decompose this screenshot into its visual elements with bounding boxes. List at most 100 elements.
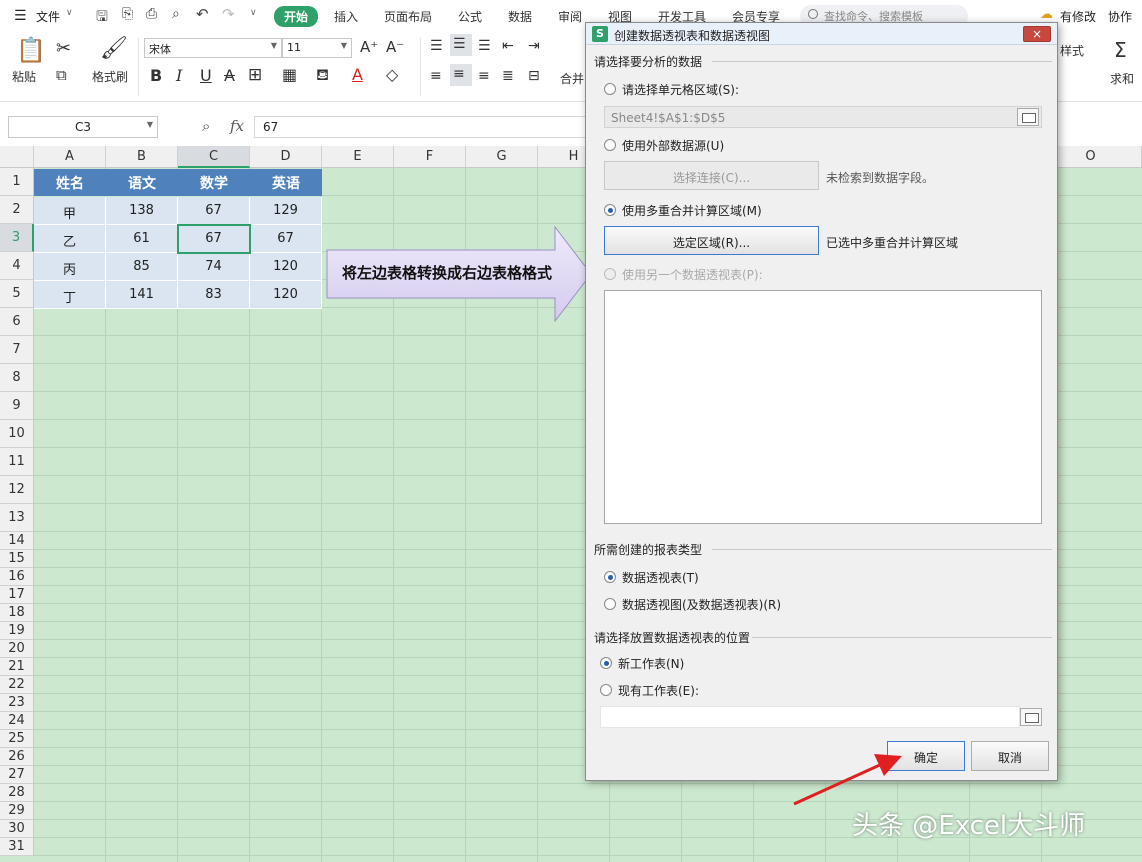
row-header[interactable]: 13 xyxy=(0,504,34,532)
row-header[interactable]: 11 xyxy=(0,448,34,476)
row-header[interactable]: 31 xyxy=(0,838,34,856)
table-header-cell[interactable]: 语文 xyxy=(106,169,178,196)
radio-new-sheet-label[interactable]: 新工作表(N) xyxy=(618,655,684,672)
tab-home[interactable]: 开始 xyxy=(274,6,319,27)
table-header-cell[interactable]: 姓名 xyxy=(34,169,106,196)
radio-external-source[interactable] xyxy=(604,139,616,151)
row-header[interactable]: 12 xyxy=(0,476,34,504)
print-preview-icon[interactable]: ⌕ xyxy=(172,6,180,22)
row-header[interactable]: 1 xyxy=(0,168,34,196)
styles-button[interactable]: 样式 xyxy=(1060,42,1084,59)
row-header[interactable]: 22 xyxy=(0,676,34,694)
table-cell[interactable]: 丁 xyxy=(34,281,106,309)
font-color-icon[interactable]: A xyxy=(352,65,363,84)
row-header[interactable]: 30 xyxy=(0,820,34,838)
row-header[interactable]: 19 xyxy=(0,622,34,640)
align-top-icon[interactable]: ☰ xyxy=(430,38,443,54)
table-cell[interactable]: 67 xyxy=(178,197,250,225)
table-cell[interactable]: 74 xyxy=(178,253,250,281)
tab-review[interactable]: 审阅 xyxy=(558,8,582,25)
row-header[interactable]: 14 xyxy=(0,532,34,550)
column-header[interactable]: C xyxy=(178,146,250,168)
row-header[interactable]: 15 xyxy=(0,550,34,568)
column-header[interactable]: B xyxy=(106,146,178,168)
sum-icon[interactable]: Σ xyxy=(1114,38,1127,62)
select-region-button[interactable]: 选定区域(R)... xyxy=(604,226,819,255)
row-header[interactable]: 10 xyxy=(0,420,34,448)
table-cell[interactable]: 83 xyxy=(178,281,250,309)
location-picker-icon[interactable] xyxy=(1020,708,1042,726)
align-bottom-icon[interactable]: ☰ xyxy=(478,38,491,54)
row-header[interactable]: 18 xyxy=(0,604,34,622)
quick-access-more-icon[interactable]: ∨ xyxy=(250,8,257,18)
row-header[interactable]: 2 xyxy=(0,196,34,224)
increase-font-icon[interactable]: A⁺ xyxy=(360,38,378,56)
row-header[interactable]: 16 xyxy=(0,568,34,586)
radio-type-pivot[interactable] xyxy=(604,571,616,583)
file-menu[interactable]: 文件 xyxy=(36,8,60,25)
save-icon[interactable]: 🖫 xyxy=(96,6,108,30)
select-all-corner[interactable] xyxy=(0,146,34,168)
tab-formulas[interactable]: 公式 xyxy=(458,8,482,25)
radio-type-chart[interactable] xyxy=(604,598,616,610)
table-cell[interactable]: 120 xyxy=(250,281,322,309)
row-header[interactable]: 7 xyxy=(0,336,34,364)
increase-indent-icon[interactable]: ⇥ xyxy=(528,38,540,54)
column-header[interactable]: D xyxy=(250,146,322,168)
cancel-button[interactable]: 取消 xyxy=(971,741,1049,771)
column-header[interactable]: E xyxy=(322,146,394,168)
table-header-cell[interactable]: 数学 xyxy=(178,169,250,196)
radio-multi-consolidation-label[interactable]: 使用多重合并计算区域(M) xyxy=(622,202,762,219)
tab-page-layout[interactable]: 页面布局 xyxy=(384,8,432,25)
tab-insert[interactable]: 插入 xyxy=(334,8,358,25)
underline-icon[interactable]: U xyxy=(200,66,212,85)
cut-icon[interactable]: ✂ xyxy=(56,38,71,59)
table-cell[interactable]: 85 xyxy=(106,253,178,281)
distributed-icon[interactable]: ⊟ xyxy=(528,68,540,84)
existing-sheet-location-input[interactable] xyxy=(600,706,1020,728)
clear-format-icon[interactable]: ◇ xyxy=(386,65,398,84)
collaborate-button[interactable]: 协作 xyxy=(1108,8,1132,25)
choose-connection-button[interactable]: 选择连接(C)... xyxy=(604,161,819,190)
sum-button[interactable]: 求和 xyxy=(1110,70,1134,87)
bold-icon[interactable]: B xyxy=(150,66,162,85)
fill-color-icon[interactable]: ⛾ xyxy=(316,65,329,86)
table-cell[interactable]: 120 xyxy=(250,253,322,281)
align-middle-icon[interactable]: ☰ xyxy=(450,34,472,56)
undo-icon[interactable]: ↶ xyxy=(196,5,209,23)
radio-type-chart-label[interactable]: 数据透视图(及数据透视表)(R) xyxy=(622,596,781,613)
formula-input[interactable]: 67 xyxy=(254,116,594,138)
merge-button[interactable]: 合并 xyxy=(560,70,584,87)
row-header[interactable]: 26 xyxy=(0,748,34,766)
row-header[interactable]: 25 xyxy=(0,730,34,748)
copy-icon[interactable]: ⧉ xyxy=(56,66,67,84)
row-header[interactable]: 20 xyxy=(0,640,34,658)
row-header[interactable]: 4 xyxy=(0,252,34,280)
radio-external-source-label[interactable]: 使用外部数据源(U) xyxy=(622,137,724,154)
italic-icon[interactable]: I xyxy=(176,66,182,85)
print-icon[interactable]: ⎙ xyxy=(146,6,157,22)
row-header[interactable]: 17 xyxy=(0,586,34,604)
tab-data[interactable]: 数据 xyxy=(508,8,532,25)
row-header[interactable]: 23 xyxy=(0,694,34,712)
table-cell[interactable]: 甲 xyxy=(34,197,106,225)
table-cell[interactable]: 乙 xyxy=(34,225,106,253)
table-cell[interactable]: 67 xyxy=(250,225,322,253)
decrease-indent-icon[interactable]: ⇤ xyxy=(502,38,514,54)
radio-multi-consolidation[interactable] xyxy=(604,204,616,216)
paste-icon[interactable]: 📋 xyxy=(16,36,46,64)
radio-new-sheet[interactable] xyxy=(600,657,612,669)
radio-cell-range-label[interactable]: 请选择单元格区域(S): xyxy=(622,81,739,98)
row-header[interactable]: 21 xyxy=(0,658,34,676)
row-header[interactable]: 9 xyxy=(0,392,34,420)
row-header[interactable]: 8 xyxy=(0,364,34,392)
change-status-label[interactable]: 有修改 xyxy=(1060,8,1096,25)
row-header[interactable]: 29 xyxy=(0,802,34,820)
range-input[interactable]: Sheet4!$A$1:$D$5 xyxy=(604,106,1042,128)
row-header[interactable]: 27 xyxy=(0,766,34,784)
font-size-select[interactable]: 11 ▼ xyxy=(282,38,352,58)
table-cell[interactable]: 129 xyxy=(250,197,322,225)
pivot-table-list[interactable] xyxy=(604,290,1042,524)
close-button[interactable]: × xyxy=(1023,26,1051,42)
row-header[interactable]: 24 xyxy=(0,712,34,730)
